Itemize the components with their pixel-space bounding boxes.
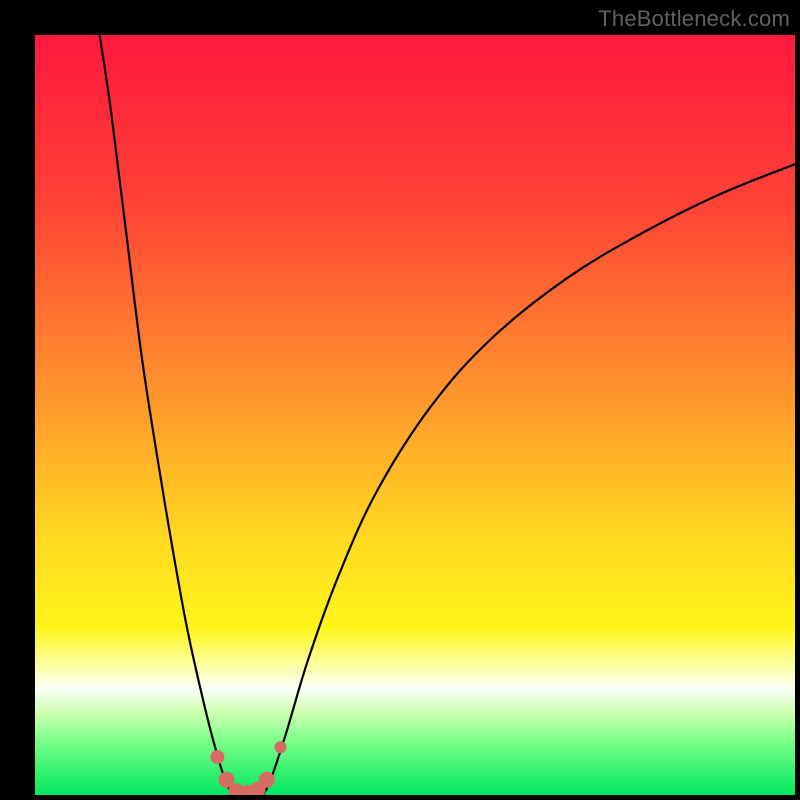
watermark-text: TheBottleneck.com: [598, 6, 790, 32]
curve-right: [263, 164, 795, 795]
curve-left: [100, 35, 233, 795]
data-marker: [210, 750, 224, 764]
chart-frame: TheBottleneck.com: [0, 0, 800, 800]
data-marker: [274, 741, 286, 753]
chart-svg: [35, 35, 795, 795]
plot-area: [35, 35, 795, 795]
data-marker: [259, 772, 275, 788]
